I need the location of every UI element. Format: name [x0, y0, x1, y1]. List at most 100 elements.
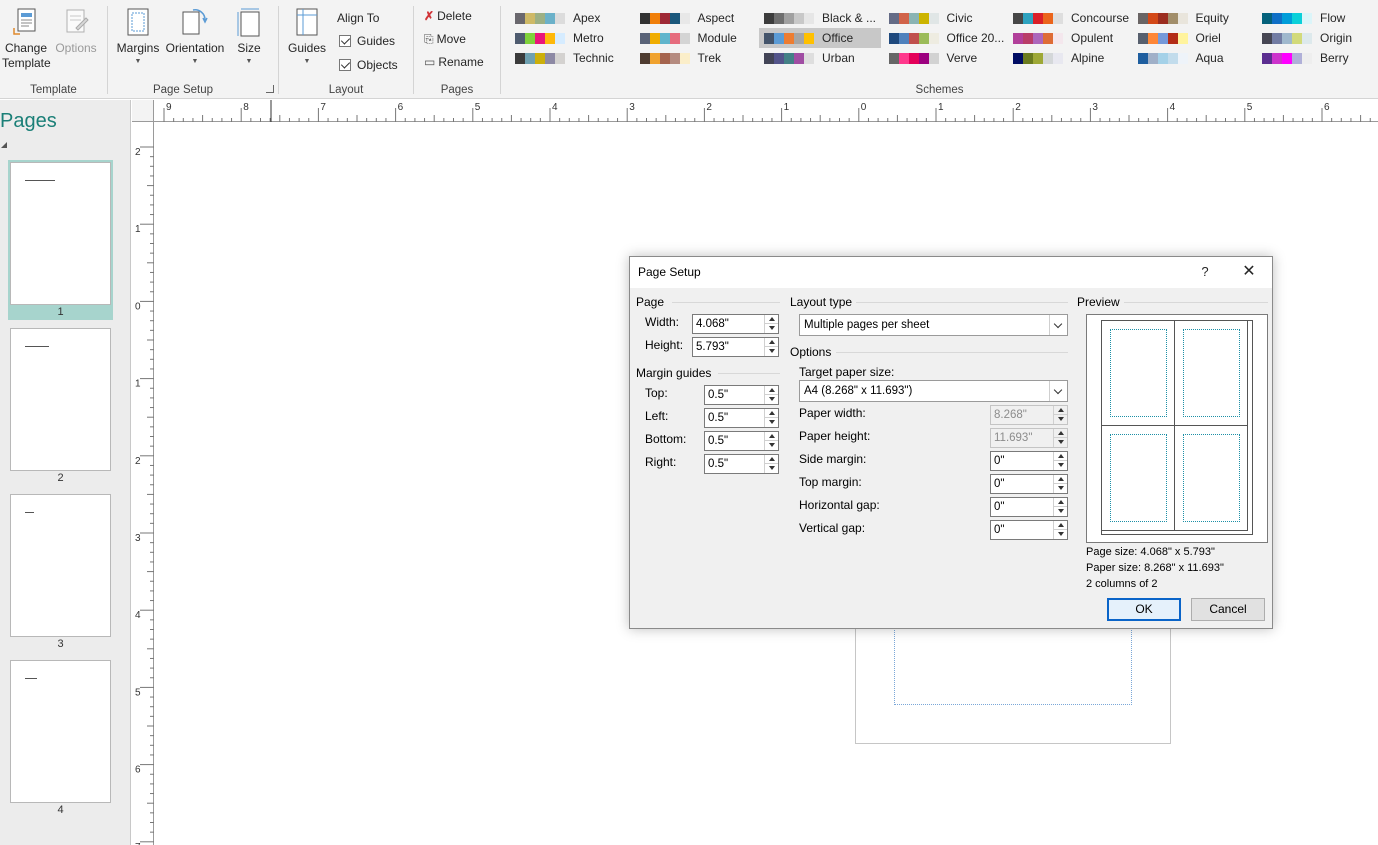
layout-group-label: Layout — [328, 84, 364, 96]
preview-panel — [1086, 314, 1268, 543]
preview-columns-text: 2 columns of 2 — [1086, 578, 1158, 590]
spin-up-icon[interactable] — [1053, 498, 1067, 507]
horizontal-ruler[interactable]: 9 8 7 6 5 4 3 2 1 0 1 2 3 4 5 6 — [132, 100, 1378, 122]
top-guide-spinner[interactable] — [704, 385, 779, 405]
preview-page-cell — [1101, 425, 1175, 531]
paper-width-input — [992, 407, 1050, 423]
top-margin-spinner[interactable] — [990, 474, 1068, 494]
width-input[interactable] — [694, 316, 762, 332]
horizontal-gap-input[interactable] — [992, 499, 1050, 515]
spin-up-icon[interactable] — [764, 386, 778, 395]
size-button[interactable]: Size ▼ — [226, 6, 272, 66]
spin-down-icon[interactable] — [1053, 461, 1067, 470]
vertical-gap-spinner[interactable] — [990, 520, 1068, 540]
chevron-down-icon — [1049, 315, 1067, 335]
paper-width-label: Paper width: — [799, 406, 866, 420]
page-thumbnail-2[interactable]: 2 — [8, 326, 113, 486]
spin-up-icon[interactable] — [1053, 452, 1067, 461]
thumbnail-text-line — [25, 346, 49, 347]
spin-up-icon[interactable] — [1053, 521, 1067, 530]
left-guide-spinner[interactable] — [704, 408, 779, 428]
horizontal-gap-label: Horizontal gap: — [799, 498, 880, 512]
width-spinner[interactable] — [692, 314, 779, 334]
thumbnail-text-line — [25, 678, 37, 679]
bottom-guide-spinner[interactable] — [704, 431, 779, 451]
top-margin-input[interactable] — [992, 476, 1050, 492]
height-spinner[interactable] — [692, 337, 779, 357]
spin-down-icon[interactable] — [764, 464, 778, 473]
help-button[interactable]: ? — [1196, 262, 1214, 282]
spin-down-icon[interactable] — [764, 441, 778, 450]
page-thumbnail-3[interactable]: 3 — [8, 492, 113, 652]
spin-down-icon[interactable] — [1053, 530, 1067, 539]
spin-up-icon[interactable] — [1053, 475, 1067, 484]
collapse-pane-icon[interactable] — [1, 142, 7, 148]
bottom-guide-input[interactable] — [706, 433, 762, 449]
spin-down-icon[interactable] — [764, 418, 778, 427]
spin-up-icon[interactable] — [764, 409, 778, 418]
page-thumbnail-4[interactable]: 4 — [8, 658, 113, 818]
delete-page-button[interactable]: ✗ Delete — [424, 6, 472, 26]
left-guide-input[interactable] — [706, 410, 762, 426]
page-setup-dialog: Page Setup ? ✕ Page Width: Height: Margi… — [629, 256, 1273, 629]
guides-button[interactable]: Guides ▼ — [285, 6, 329, 66]
align-to-objects-checkbox[interactable]: Objects — [339, 55, 398, 75]
spin-buttons — [1053, 498, 1067, 516]
change-template-button[interactable]: Change Template — [2, 6, 51, 71]
ruler-label: 0 — [135, 301, 141, 312]
height-input[interactable] — [694, 339, 762, 355]
layout-type-dropdown[interactable]: Multiple pages per sheet — [799, 314, 1068, 336]
horizontal-gap-spinner[interactable] — [990, 497, 1068, 517]
spin-up-icon — [1053, 406, 1067, 415]
ok-button[interactable]: OK — [1107, 598, 1181, 621]
spin-up-icon[interactable] — [764, 455, 778, 464]
ribbon: Change Template Options Template Margins… — [0, 0, 1378, 99]
spin-buttons — [764, 455, 778, 473]
spin-up-icon[interactable] — [764, 338, 778, 347]
spin-down-icon[interactable] — [764, 324, 778, 333]
section-divider — [856, 302, 1068, 303]
side-margin-input[interactable] — [992, 453, 1050, 469]
page-setup-dialog-launcher-icon[interactable] — [266, 85, 274, 93]
cancel-button[interactable]: Cancel — [1191, 598, 1265, 621]
page-thumbnail-1[interactable]: 1 — [8, 160, 113, 320]
template-group-label: Template — [30, 84, 77, 96]
left-margin-guide-label: Left: — [645, 409, 669, 423]
target-paper-size-dropdown[interactable]: A4 (8.268" x 11.693") — [799, 380, 1068, 402]
orientation-dropdown-icon: ▼ — [191, 58, 199, 65]
page-section-heading: Page — [636, 295, 665, 309]
spin-down-icon[interactable] — [764, 347, 778, 356]
spin-buttons — [1053, 406, 1067, 424]
ruler-label: 1 — [784, 102, 790, 113]
right-guide-input[interactable] — [706, 456, 762, 472]
vertical-ruler[interactable]: 2101234567 — [132, 122, 154, 845]
margins-button[interactable]: Margins ▼ — [114, 6, 162, 66]
chevron-down-icon — [1049, 381, 1067, 401]
options-button[interactable]: Options — [52, 6, 100, 56]
preview-margin-guide — [1183, 434, 1240, 522]
spin-down-icon[interactable] — [764, 395, 778, 404]
side-margin-spinner[interactable] — [990, 451, 1068, 471]
ruler-label: 2 — [706, 102, 712, 113]
rename-page-button[interactable]: ▭ Rename — [424, 52, 484, 72]
preview-page-cell — [1174, 425, 1248, 531]
thumbnail-text-line — [25, 180, 55, 181]
move-page-button[interactable]: ⎘ Move — [424, 29, 466, 49]
vertical-gap-input[interactable] — [992, 522, 1050, 538]
target-paper-size-label: Target paper size: — [799, 365, 895, 379]
ruler-label: 2 — [1015, 102, 1021, 113]
spin-up-icon[interactable] — [764, 315, 778, 324]
margin-guides-heading: Margin guides — [636, 366, 712, 380]
align-to-label: Align To — [337, 11, 380, 25]
spin-up-icon[interactable] — [764, 432, 778, 441]
spin-down-icon[interactable] — [1053, 507, 1067, 516]
right-guide-spinner[interactable] — [704, 454, 779, 474]
orientation-button[interactable]: Orientation ▼ — [164, 6, 226, 66]
options-icon — [60, 6, 92, 38]
top-guide-input[interactable] — [706, 387, 762, 403]
spin-down-icon[interactable] — [1053, 484, 1067, 493]
close-button[interactable]: ✕ — [1238, 262, 1260, 282]
align-to-guides-checkbox[interactable]: Guides — [339, 31, 395, 51]
spin-down-icon — [1053, 415, 1067, 424]
move-page-icon: ⎘ — [424, 32, 434, 46]
